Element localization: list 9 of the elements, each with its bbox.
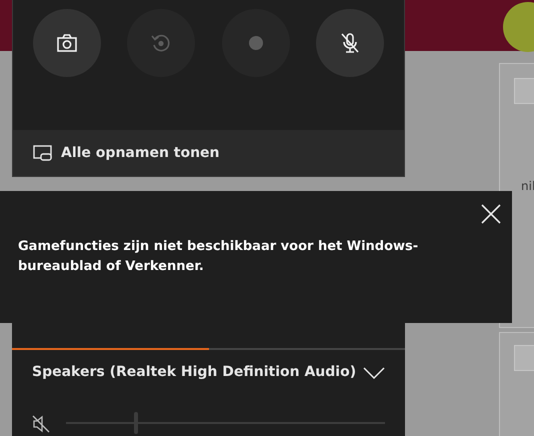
speaker-muted-icon[interactable] bbox=[32, 414, 50, 433]
gallery-icon bbox=[33, 144, 53, 162]
device-name: Speakers (Realtek High Definition Audio) bbox=[32, 363, 356, 382]
side-text: nil bbox=[521, 178, 534, 195]
notification-message: Gamefuncties zijn niet beschikbaar voor het Windows-bureaublad of Verkenner. bbox=[18, 238, 420, 276]
slider-thumb[interactable] bbox=[134, 412, 138, 434]
chevron-down-icon[interactable] bbox=[363, 366, 385, 378]
gallery-link[interactable]: Alle opnamen tonen bbox=[13, 130, 404, 176]
camera-icon bbox=[55, 31, 79, 55]
